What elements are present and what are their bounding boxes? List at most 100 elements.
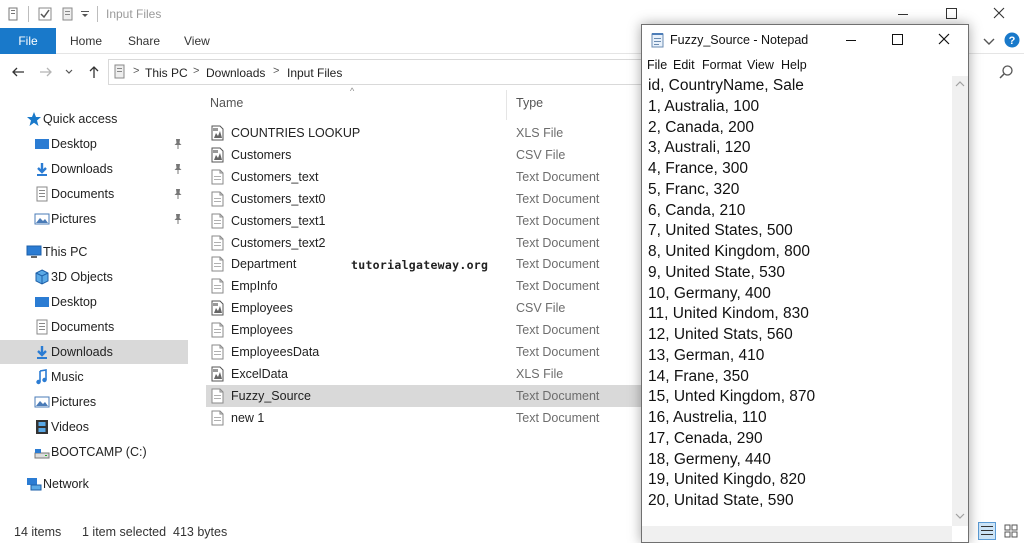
file-row[interactable]: new 1 Text Document xyxy=(206,407,650,429)
menu-format[interactable]: Format xyxy=(702,58,742,72)
documents-icon xyxy=(34,186,50,202)
details-view-icon[interactable] xyxy=(978,522,996,540)
file-name: Employees xyxy=(231,323,293,338)
up-arrow-icon[interactable] xyxy=(86,64,102,80)
folder-properties-icon[interactable] xyxy=(6,6,22,22)
breadcrumb-this-pc[interactable]: This PC xyxy=(145,66,188,80)
file-row[interactable]: Customers CSV File xyxy=(206,144,650,166)
menu-help[interactable]: Help xyxy=(781,58,807,72)
status-item-count: 14 items xyxy=(14,525,62,539)
checkmark-properties-icon[interactable] xyxy=(37,6,53,22)
sidebar-item-quick-access[interactable]: Quick access xyxy=(0,107,188,131)
file-row[interactable]: Employees CSV File xyxy=(206,297,650,319)
recent-locations-chevron-icon[interactable] xyxy=(64,64,74,80)
file-row[interactable]: COUNTRIES LOOKUP XLS File xyxy=(206,122,650,144)
sidebar-item-network[interactable]: Network xyxy=(0,472,188,496)
text-line: 15, Unted Kingdom, 870 xyxy=(648,388,816,406)
help-icon[interactable]: ? xyxy=(1004,32,1020,48)
sidebar-item-pictures[interactable]: Pictures xyxy=(0,390,188,414)
menu-file[interactable]: File xyxy=(647,58,667,72)
computer-icon xyxy=(26,244,42,260)
sidebar-item-bootcamp-c[interactable]: BOOTCAMP (C:) xyxy=(0,440,188,464)
spreadsheet-file-icon xyxy=(210,300,225,316)
customize-toolbar-icon[interactable] xyxy=(80,6,90,22)
column-header-type[interactable]: Type xyxy=(516,96,543,110)
breadcrumb-input-files[interactable]: Input Files xyxy=(287,66,342,80)
sidebar-item-documents[interactable]: Documents xyxy=(0,315,188,339)
sidebar-item-documents[interactable]: Documents xyxy=(0,182,188,206)
sidebar-item-this-pc[interactable]: This PC xyxy=(0,240,188,264)
notepad-close-icon[interactable] xyxy=(921,25,967,55)
file-row[interactable]: ExcelData XLS File xyxy=(206,363,650,385)
sidebar-item-desktop[interactable]: Desktop xyxy=(0,132,188,156)
sidebar-item-pictures[interactable]: Pictures xyxy=(0,207,188,231)
file-row[interactable]: Customers_text0 Text Document xyxy=(206,188,650,210)
notepad-maximize-icon[interactable] xyxy=(874,25,920,55)
text-file-icon xyxy=(210,388,225,404)
text-line: 9, United State, 530 xyxy=(648,263,786,281)
notepad-title: Fuzzy_Source - Notepad xyxy=(670,33,809,47)
text-file-icon xyxy=(210,322,225,338)
forward-arrow-icon[interactable] xyxy=(38,64,54,80)
file-row[interactable]: Customers_text1 Text Document xyxy=(206,210,650,232)
file-name: Employees xyxy=(231,301,293,316)
tab-share[interactable]: Share xyxy=(128,28,160,54)
sidebar-item-music[interactable]: Music xyxy=(0,365,188,389)
file-row[interactable]: EmployeesData Text Document xyxy=(206,341,650,363)
text-line: 1, Australia, 100 xyxy=(648,97,760,115)
text-line: 18, Germeny, 440 xyxy=(648,450,771,468)
file-type: Text Document xyxy=(516,191,600,206)
large-icons-view-icon[interactable] xyxy=(1002,522,1020,540)
network-icon xyxy=(26,476,42,492)
file-row[interactable]: EmpInfo Text Document xyxy=(206,275,650,297)
status-size: 413 bytes xyxy=(173,525,228,539)
sidebar-item-videos[interactable]: Videos xyxy=(0,415,188,439)
film-icon xyxy=(34,419,50,435)
watermark-text: tutorialgateway.org xyxy=(351,258,489,272)
file-type: Text Document xyxy=(516,213,600,228)
scroll-up-arrow-icon[interactable] xyxy=(955,80,965,88)
close-icon[interactable] xyxy=(976,0,1022,28)
notepad-title-bar: Fuzzy_Source - Notepad xyxy=(642,25,968,55)
notepad-menu-bar: File Edit Format View Help xyxy=(642,55,968,75)
notepad-window: Fuzzy_Source - Notepad File Edit Format … xyxy=(641,24,969,543)
sidebar-item-label: Desktop xyxy=(51,137,97,151)
address-bar[interactable]: > This PC > Downloads > Input Files xyxy=(108,59,648,85)
vertical-scrollbar[interactable] xyxy=(952,76,968,526)
file-name: EmployeesData xyxy=(231,345,320,359)
tab-file[interactable]: File xyxy=(0,28,56,54)
breadcrumb-separator: > xyxy=(133,65,140,77)
file-row[interactable]: Customers_text2 Text Document xyxy=(206,232,650,254)
file-row[interactable]: Fuzzy_Source Text Document xyxy=(206,384,650,407)
horizontal-scrollbar[interactable] xyxy=(642,526,952,542)
back-arrow-icon[interactable] xyxy=(10,64,26,80)
file-row[interactable]: Customers_text Text Document xyxy=(206,166,650,188)
new-folder-icon[interactable] xyxy=(60,6,76,22)
file-name: Customers_text1 xyxy=(231,213,326,228)
sidebar-item-downloads[interactable]: Downloads xyxy=(0,157,188,181)
notepad-minimize-icon[interactable] xyxy=(828,25,874,55)
file-row[interactable]: Employees Text Document xyxy=(206,319,650,341)
sidebar-item-label: Downloads xyxy=(51,162,113,176)
notepad-text-area[interactable]: id, CountryName, Sale 1, Australia, 100 2,… xyxy=(642,76,952,526)
navigation-pane: Quick access Desktop Downloads Documents Pic… xyxy=(0,100,188,510)
scroll-down-arrow-icon[interactable] xyxy=(955,512,965,520)
column-header-name[interactable]: Name xyxy=(210,96,243,110)
search-icon[interactable] xyxy=(998,64,1014,80)
file-name: Department xyxy=(231,257,297,272)
file-type: Text Document xyxy=(516,345,600,359)
text-line: id, CountryName, Sale xyxy=(648,77,804,94)
expand-ribbon-icon[interactable] xyxy=(982,34,996,48)
file-type: Text Document xyxy=(516,388,600,403)
tab-view[interactable]: View xyxy=(184,28,210,54)
file-name: Customers xyxy=(231,147,292,162)
sidebar-item-desktop[interactable]: Desktop xyxy=(0,290,188,314)
menu-view[interactable]: View xyxy=(747,58,774,72)
sidebar-item-3d-objects[interactable]: 3D Objects xyxy=(0,265,188,289)
column-divider[interactable] xyxy=(506,90,507,120)
breadcrumb-downloads[interactable]: Downloads xyxy=(206,66,265,80)
tab-home[interactable]: Home xyxy=(70,28,102,54)
sidebar-item-downloads[interactable]: Downloads xyxy=(0,340,188,364)
file-name: COUNTRIES LOOKUP xyxy=(231,126,361,140)
menu-edit[interactable]: Edit xyxy=(673,58,695,72)
